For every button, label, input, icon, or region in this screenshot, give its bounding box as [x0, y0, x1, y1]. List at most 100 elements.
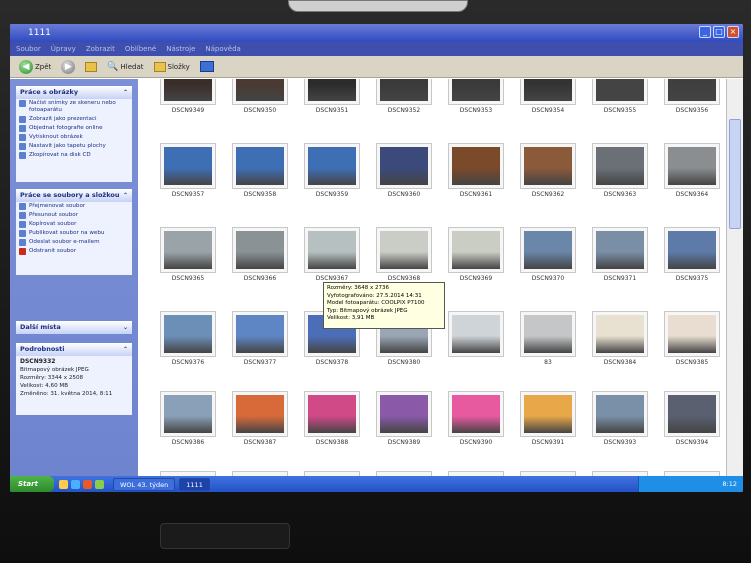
thumbnail[interactable]: [232, 143, 288, 189]
thumbnail-caption[interactable]: DSCN9351: [297, 107, 367, 114]
thumbnail-caption[interactable]: DSCN9389: [369, 439, 439, 446]
thumbnail-caption[interactable]: DSCN9370: [513, 275, 583, 282]
thumbnail[interactable]: [160, 391, 216, 437]
thumbnail[interactable]: [592, 391, 648, 437]
thumbnail-caption[interactable]: DSCN9376: [153, 359, 223, 366]
task-delete[interactable]: Odstranit soubor: [16, 247, 132, 256]
thumbnail-caption[interactable]: DSCN9367: [297, 275, 367, 282]
thumbnail[interactable]: [448, 79, 504, 105]
thumbnail[interactable]: [232, 79, 288, 105]
quick-launch-icon[interactable]: [71, 479, 80, 489]
thumbnail-caption[interactable]: DSCN9359: [297, 191, 367, 198]
thumbnail[interactable]: [664, 311, 720, 357]
task-slideshow[interactable]: Zobrazit jako prezentaci: [16, 115, 132, 124]
thumbnail[interactable]: [520, 311, 576, 357]
forward-button[interactable]: ▶: [58, 59, 78, 75]
thumbnail-caption[interactable]: DSCN9393: [585, 439, 655, 446]
thumbnail-caption[interactable]: DSCN9357: [153, 191, 223, 198]
thumbnail-caption[interactable]: DSCN9361: [441, 191, 511, 198]
thumbnail[interactable]: [520, 79, 576, 105]
thumbnail[interactable]: [376, 227, 432, 273]
thumbnail-caption[interactable]: DSCN9378: [297, 359, 367, 366]
pictures-tasks-header[interactable]: Práce s obrázky ⌃: [16, 86, 132, 99]
scrollbar-thumb[interactable]: [729, 119, 741, 229]
thumbnail-caption[interactable]: DSCN9362: [513, 191, 583, 198]
thumbnail-caption[interactable]: DSCN9358: [225, 191, 295, 198]
thumbnail-caption[interactable]: DSCN9371: [585, 275, 655, 282]
back-button[interactable]: ◀ Zpět: [16, 59, 54, 75]
thumbnail-caption[interactable]: DSCN9355: [585, 107, 655, 114]
thumbnail[interactable]: [304, 227, 360, 273]
menu-nastroje[interactable]: Nástroje: [166, 42, 195, 56]
thumbnail[interactable]: [160, 79, 216, 105]
thumbnail[interactable]: [448, 227, 504, 273]
thumbnail[interactable]: [664, 143, 720, 189]
task-print[interactable]: Vytisknout obrázek: [16, 133, 132, 142]
other-places-header[interactable]: Další místa ⌄: [16, 321, 132, 334]
task-scan[interactable]: Načíst snímky ze skeneru nebo fotoaparát…: [16, 99, 132, 115]
thumbnail[interactable]: [304, 143, 360, 189]
thumbnail[interactable]: [160, 143, 216, 189]
thumbnail[interactable]: [664, 227, 720, 273]
close-button[interactable]: ×: [727, 26, 739, 38]
thumbnail[interactable]: [592, 79, 648, 105]
details-header[interactable]: Podrobnosti ⌃: [16, 343, 132, 356]
thumbnail-caption[interactable]: DSCN9364: [657, 191, 726, 198]
clock[interactable]: 8:12: [722, 480, 737, 488]
thumbnail[interactable]: [160, 227, 216, 273]
thumbnail-caption[interactable]: DSCN9354: [513, 107, 583, 114]
thumbnail-caption[interactable]: 83: [513, 359, 583, 366]
thumbnail-caption[interactable]: DSCN9352: [369, 107, 439, 114]
thumbnail-caption[interactable]: DSCN9375: [657, 275, 726, 282]
thumbnail[interactable]: [232, 311, 288, 357]
thumbnail-caption[interactable]: DSCN9349: [153, 107, 223, 114]
task-rename[interactable]: Přejmenovat soubor: [16, 202, 132, 211]
thumbnail-caption[interactable]: DSCN9366: [225, 275, 295, 282]
thumbnail-caption[interactable]: DSCN9387: [225, 439, 295, 446]
window-titlebar[interactable]: 1111 _ □ ×: [10, 24, 743, 42]
thumbnail[interactable]: [376, 391, 432, 437]
thumbnail-caption[interactable]: DSCN9380: [369, 359, 439, 366]
up-folder-button[interactable]: [82, 61, 100, 73]
task-copy[interactable]: Kopírovat soubor: [16, 220, 132, 229]
thumbnail[interactable]: [592, 143, 648, 189]
thumbnail-caption[interactable]: DSCN9365: [153, 275, 223, 282]
task-email[interactable]: Odeslat soubor e-mailem: [16, 238, 132, 247]
thumbnail-caption[interactable]: DSCN9363: [585, 191, 655, 198]
thumbnail[interactable]: [592, 311, 648, 357]
thumbnail-caption[interactable]: DSCN9356: [657, 107, 726, 114]
thumbnail-caption[interactable]: DSCN9368: [369, 275, 439, 282]
menu-zobrazit[interactable]: Zobrazit: [86, 42, 115, 56]
minimize-button[interactable]: _: [699, 26, 711, 38]
thumbnail[interactable]: [304, 79, 360, 105]
thumbnail[interactable]: [448, 143, 504, 189]
thumbnail[interactable]: [664, 79, 720, 105]
views-button[interactable]: [197, 60, 217, 73]
thumbnail[interactable]: [520, 391, 576, 437]
task-order-online[interactable]: Objednat fotografie online: [16, 124, 132, 133]
taskbar-item-1111[interactable]: 1111: [179, 477, 210, 491]
thumbnail-caption[interactable]: DSCN9377: [225, 359, 295, 366]
thumbnail-caption[interactable]: DSCN9385: [657, 359, 726, 366]
thumbnail-caption[interactable]: DSCN9388: [297, 439, 367, 446]
quick-launch-icon[interactable]: [95, 479, 104, 489]
start-button[interactable]: Start: [10, 476, 54, 492]
task-publish[interactable]: Publikovat soubor na webu: [16, 229, 132, 238]
thumbnail[interactable]: [376, 79, 432, 105]
folders-button[interactable]: Složky: [151, 61, 193, 73]
thumbnail[interactable]: [160, 311, 216, 357]
thumbnail-caption[interactable]: DSCN9369: [441, 275, 511, 282]
thumbnail[interactable]: [448, 391, 504, 437]
menu-upravy[interactable]: Úpravy: [51, 42, 76, 56]
search-button[interactable]: 🔍 Hledat: [104, 61, 146, 73]
thumbnail-caption[interactable]: DSCN9350: [225, 107, 295, 114]
thumbnail[interactable]: [448, 311, 504, 357]
quick-launch-icon[interactable]: [83, 479, 92, 489]
thumbnail[interactable]: [664, 391, 720, 437]
thumbnail-caption[interactable]: DSCN9394: [657, 439, 726, 446]
thumbnail[interactable]: [376, 143, 432, 189]
thumbnail-caption[interactable]: DSCN9353: [441, 107, 511, 114]
maximize-button[interactable]: □: [713, 26, 725, 38]
thumbnail-caption[interactable]: DSCN9390: [441, 439, 511, 446]
thumbnail-caption[interactable]: DSCN9360: [369, 191, 439, 198]
